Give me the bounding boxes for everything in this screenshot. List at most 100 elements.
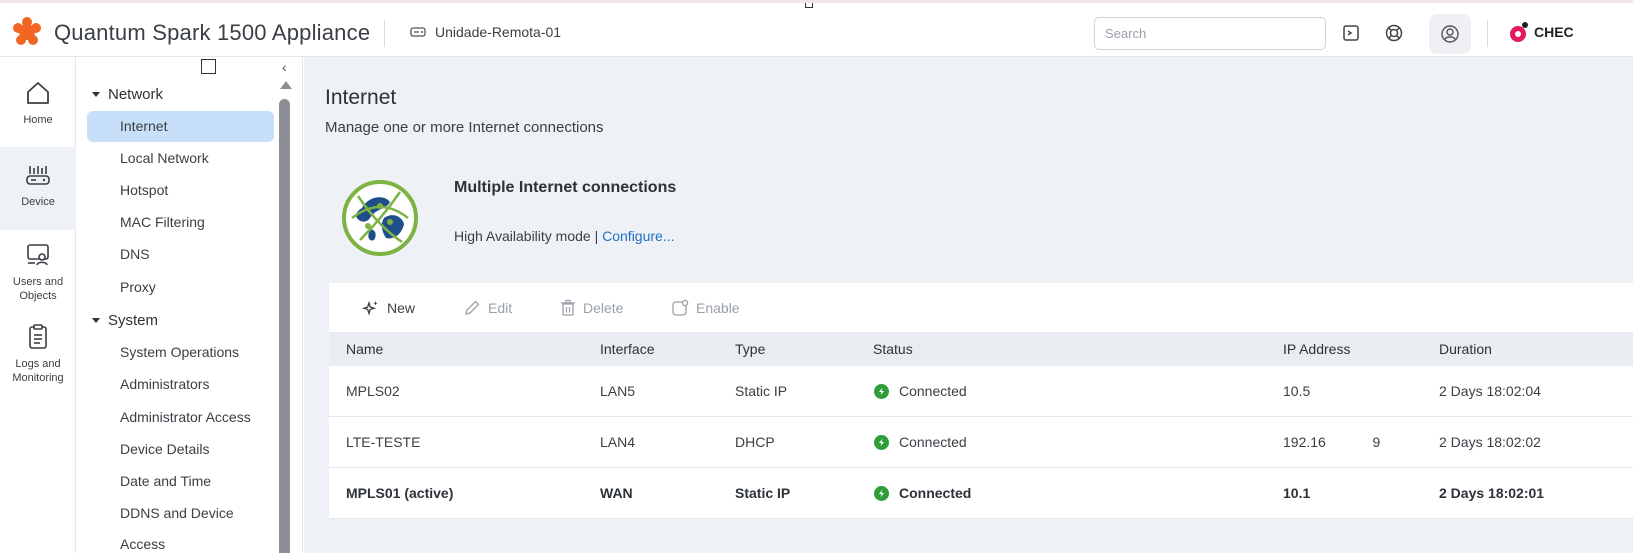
scroll-up-arrow-icon[interactable]: [280, 81, 292, 89]
delete-button[interactable]: Delete: [560, 299, 623, 317]
status-text: Connected: [899, 485, 972, 501]
window-resize-handle[interactable]: [805, 3, 813, 8]
status-text: Connected: [899, 434, 967, 450]
globe-icon: [342, 180, 418, 256]
nav-item-proxy[interactable]: Proxy: [87, 272, 274, 303]
brand-text: CHEC: [1534, 24, 1574, 40]
logs-icon: [29, 324, 47, 349]
rail-label-device: Device: [21, 196, 55, 208]
cell-duration: 2 Days 18:02:02: [1439, 434, 1541, 450]
nav-item-dns[interactable]: DNS: [87, 239, 274, 270]
user-icon: [1441, 25, 1459, 43]
table-header: Name Interface Type Status IP Address Du…: [329, 332, 1633, 366]
column-header-status[interactable]: Status: [873, 341, 913, 357]
column-header-ip-address[interactable]: IP Address: [1283, 341, 1350, 357]
edit-button[interactable]: Edit: [463, 299, 512, 317]
device-sub-nav: ‹ Network Internet Local Network Hotspot…: [76, 57, 303, 553]
table-row[interactable]: LTE-TESTE LAN4 DHCP Connected 192.16 9 2…: [329, 417, 1633, 468]
pencil-icon: [465, 300, 480, 315]
cell-interface: WAN: [600, 485, 633, 501]
ha-mode-line: High Availability mode | Configure...: [454, 228, 675, 244]
scroll-thumb[interactable]: [279, 99, 290, 553]
column-header-name[interactable]: Name: [346, 341, 383, 357]
main-content: Internet Manage one or more Internet con…: [304, 57, 1633, 553]
nav-item-mac-filtering[interactable]: MAC Filtering: [87, 207, 274, 238]
section-system[interactable]: System: [92, 312, 158, 329]
enable-icon: [672, 299, 689, 316]
nav-item-ddns[interactable]: DDNS and Device Access: [87, 498, 274, 552]
section-network[interactable]: Network: [92, 86, 163, 103]
table-row[interactable]: MPLS02 LAN5 Static IP Connected 10.5 2 D…: [329, 366, 1633, 417]
column-header-interface[interactable]: Interface: [600, 341, 654, 357]
device-icon: [26, 166, 50, 185]
device-name: Unidade-Remota-01: [435, 24, 562, 40]
app-title: Quantum Spark 1500 Appliance: [54, 20, 371, 45]
cell-interface: LAN4: [600, 434, 636, 450]
rail-label-logs: Logs and Monitoring: [12, 358, 64, 384]
brand-logo: CHEC: [1508, 21, 1574, 43]
collapse-chevron-icon[interactable]: ‹: [282, 59, 287, 75]
page-subtitle: Manage one or more Internet connections: [325, 119, 604, 136]
page-title: Internet: [325, 86, 397, 109]
connections-panel: New Edit Delete Enable Name Interface Ty…: [329, 283, 1633, 519]
nav-item-local-network[interactable]: Local Network: [87, 143, 274, 174]
new-label: New: [387, 300, 416, 316]
edit-label: Edit: [488, 300, 513, 316]
sparkle-icon: [362, 300, 378, 316]
ha-mode-text: High Availability mode |: [454, 228, 603, 244]
nav-item-date-and-time[interactable]: Date and Time: [87, 466, 274, 497]
cell-type: DHCP: [735, 434, 775, 450]
caret-down-icon: [92, 318, 100, 323]
rail-item-device[interactable]: Device: [0, 147, 76, 230]
header-divider: [384, 20, 385, 47]
cell-ip-address: 10.1: [1283, 485, 1311, 501]
cell-duration: 2 Days 18:02:04: [1439, 383, 1541, 399]
main-nav-rail: Home Device Users and Objects Logs and M…: [0, 57, 76, 553]
table-row[interactable]: MPLS01 (active) WAN Static IP Connected …: [329, 468, 1633, 519]
new-button[interactable]: New: [362, 299, 415, 317]
cell-interface: LAN5: [600, 383, 636, 399]
nav-item-internet[interactable]: Internet: [87, 111, 274, 142]
configure-link[interactable]: Configure...: [602, 228, 674, 244]
ha-title: Multiple Internet connections: [454, 179, 677, 196]
brand-logo-icon: [1510, 22, 1528, 42]
connected-status-icon: [874, 485, 889, 501]
cell-type: Static IP: [735, 383, 788, 399]
cell-status: Connected: [874, 383, 967, 399]
cell-name: MPLS02: [346, 383, 400, 399]
nav-item-administrators[interactable]: Administrators: [87, 369, 274, 400]
status-text: Connected: [899, 383, 967, 399]
cell-name: MPLS01 (active): [346, 485, 454, 501]
nav-item-hotspot[interactable]: Hotspot: [87, 175, 274, 206]
home-icon: [27, 82, 49, 104]
device-selector[interactable]: Unidade-Remota-01: [410, 24, 561, 40]
app-logo-icon: [13, 17, 41, 45]
connected-status-icon: [874, 383, 889, 399]
nav-scrollbar[interactable]: [279, 81, 292, 553]
header-divider: [1487, 20, 1488, 47]
enable-button[interactable]: Enable: [671, 299, 740, 317]
nav-item-administrator-access[interactable]: Administrator Access: [87, 402, 274, 433]
rail-item-users[interactable]: Users and Objects: [0, 241, 76, 311]
help-icon[interactable]: [1384, 23, 1404, 43]
terminal-icon[interactable]: [1341, 23, 1361, 43]
nav-item-device-details[interactable]: Device Details: [87, 434, 274, 465]
user-menu-button[interactable]: [1429, 14, 1471, 54]
section-title: Network: [108, 86, 164, 103]
search-input[interactable]: [1094, 17, 1326, 50]
rail-item-logs[interactable]: Logs and Monitoring: [0, 323, 76, 393]
section-title: System: [108, 312, 159, 329]
column-header-type[interactable]: Type: [735, 341, 765, 357]
caret-down-icon: [92, 92, 100, 97]
nav-item-system-operations[interactable]: System Operations: [87, 337, 274, 368]
users-icon: [27, 244, 49, 266]
appliance-icon: [410, 27, 426, 37]
cell-ip-address: 192.16 9: [1283, 434, 1381, 450]
cell-ip-address: 10.5: [1283, 383, 1311, 399]
column-header-duration[interactable]: Duration: [1439, 341, 1492, 357]
rail-label-users: Users and Objects: [12, 276, 64, 302]
nav-toggle-checkbox[interactable]: [201, 59, 216, 74]
cell-status: Connected: [874, 434, 967, 450]
cell-type: Static IP: [735, 485, 791, 501]
trash-icon: [561, 299, 575, 316]
